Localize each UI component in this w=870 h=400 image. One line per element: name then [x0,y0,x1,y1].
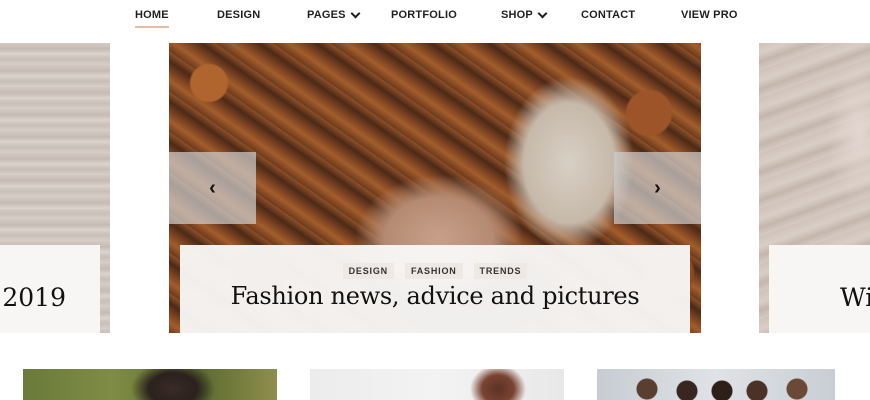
next-slide-caption-box[interactable]: Wi [769,245,870,333]
tag-fashion[interactable]: FASHION [404,263,463,279]
post-card-image[interactable] [310,369,564,400]
slide-tags: DESIGN FASHION TRENDS [180,263,690,279]
nav-item-label: HOME [135,9,169,21]
main-navigation: HOME DESIGN PAGES PORTFOLIO SHOP CONTACT… [0,0,870,30]
post-card-image[interactable] [23,369,277,400]
post-card-image[interactable] [597,369,835,400]
slider-prev-button[interactable]: ‹ [169,152,256,224]
tag-trends[interactable]: TRENDS [473,263,528,279]
slider-next-button[interactable]: › [614,152,701,224]
nav-item-view-pro[interactable]: VIEW PRO [681,5,738,25]
tag-design[interactable]: DESIGN [342,263,394,279]
nav-item-contact[interactable]: CONTACT [581,5,635,25]
chevron-down-icon [537,8,548,18]
next-slide-title[interactable]: Wi [840,283,870,312]
featured-slide-caption-box: DESIGN FASHION TRENDS Fashion news, advi… [180,245,690,333]
nav-item-shop[interactable]: SHOP [501,5,548,25]
previous-slide-caption-box[interactable]: f 2019 [0,245,100,333]
nav-item-home[interactable]: HOME [135,5,169,28]
chevron-left-icon: ‹ [209,176,216,199]
chevron-down-icon [350,8,361,18]
chevron-right-icon: › [654,176,661,199]
featured-slide-title[interactable]: Fashion news, advice and pictures [180,282,690,310]
nav-item-label: CONTACT [581,9,636,21]
nav-item-label: PORTFOLIO [391,9,457,21]
nav-item-pages[interactable]: PAGES [307,5,361,25]
nav-item-portfolio[interactable]: PORTFOLIO [391,5,457,25]
nav-item-label: SHOP [501,9,533,21]
nav-item-label: PAGES [307,9,346,21]
nav-item-design[interactable]: DESIGN [217,5,260,25]
previous-slide-title[interactable]: f 2019 [0,283,66,312]
nav-item-label: VIEW PRO [681,9,738,21]
nav-item-label: DESIGN [217,9,261,21]
